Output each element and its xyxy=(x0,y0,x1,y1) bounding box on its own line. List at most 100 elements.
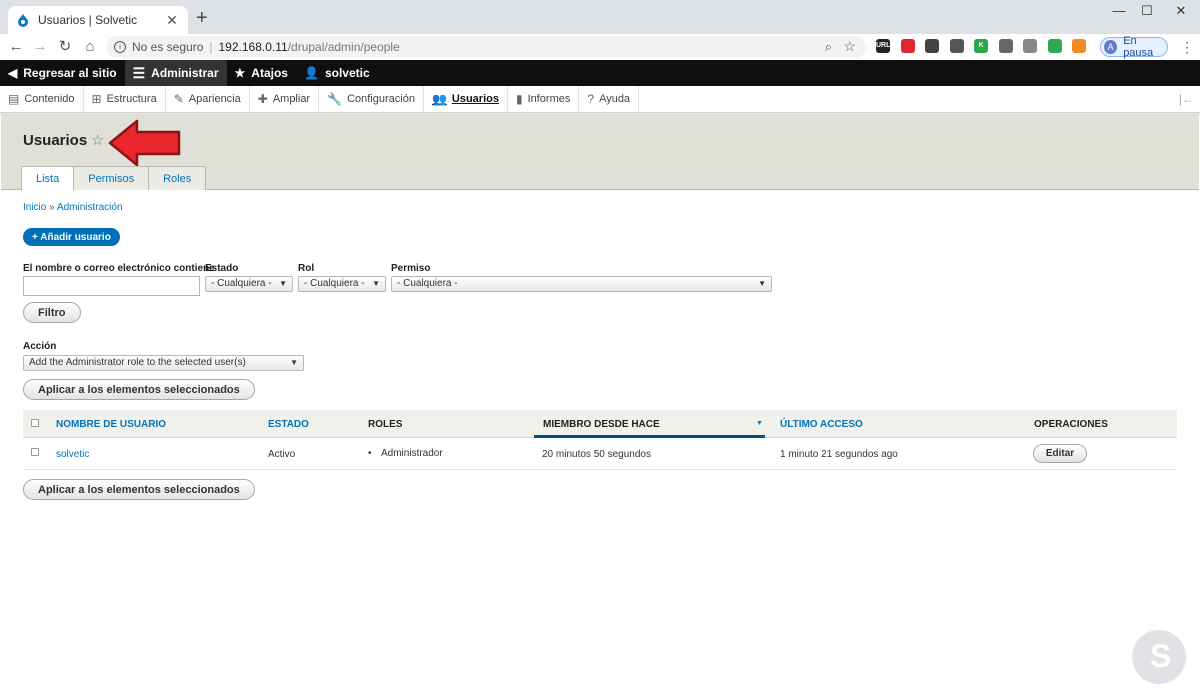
header-roles: ROLES xyxy=(368,419,403,430)
shortcuts-button[interactable]: ★ Atajos xyxy=(227,60,296,86)
zoom-icon[interactable]: ⌕ xyxy=(825,39,832,55)
action-select-value: Add the Administrator role to the select… xyxy=(29,357,246,368)
chevron-down-icon: ▼ xyxy=(372,279,380,288)
username-link[interactable]: solvetic xyxy=(56,449,89,460)
tab-permisos[interactable]: Permisos xyxy=(73,166,150,190)
breadcrumb-home-link[interactable]: Inicio xyxy=(23,202,46,213)
status-filter-label: Estado xyxy=(205,263,239,274)
profile-button[interactable]: A En pausa xyxy=(1100,35,1168,59)
new-tab-button[interactable]: + xyxy=(196,8,208,28)
action-select[interactable]: Add the Administrator role to the select… xyxy=(23,355,304,371)
edit-user-button[interactable]: Editar xyxy=(1033,444,1087,463)
red-arrow-annotation-icon xyxy=(108,119,181,167)
manage-label: Administrar xyxy=(151,66,219,80)
select-all-checkbox[interactable] xyxy=(31,419,39,427)
breadcrumb: Inicio » Administración xyxy=(23,202,123,213)
tab-title: Usuarios | Solvetic xyxy=(38,13,138,27)
back-to-site-link[interactable]: ◀ Regresar al sitio xyxy=(0,60,125,86)
bar-chart-icon: ▮ xyxy=(515,92,523,106)
k-ext-icon[interactable]: K xyxy=(974,39,988,53)
browser-toolbar: ← → ↻ ⌂ i No es seguro | 192.168.0.11 /d… xyxy=(0,34,1200,60)
action-label: Acción xyxy=(23,341,57,352)
admin-menu-bar: ▤ Contenido ⊞ Estructura ✎ Apariencia ✚ Ampliar… xyxy=(0,86,1200,113)
menu-item-apariencia[interactable]: ✎ Apariencia xyxy=(166,86,250,112)
menu-item-configuración[interactable]: 🔧 Configuración xyxy=(319,86,424,112)
name-filter-input[interactable] xyxy=(23,276,200,296)
orientation-toggle-icon[interactable]: |← xyxy=(1179,92,1194,106)
apply-bulk-button-top[interactable]: Aplicar a los elementos seleccionados xyxy=(23,379,255,400)
wrench-icon: 🔧 xyxy=(327,92,343,106)
member-for-value: 20 minutos 50 segundos xyxy=(542,449,651,460)
shield-ext-icon[interactable] xyxy=(1047,39,1062,53)
avatar: A xyxy=(1104,40,1118,54)
orange-ext-icon[interactable] xyxy=(1072,39,1086,53)
row-checkbox[interactable] xyxy=(31,448,39,456)
copy-ext-icon[interactable] xyxy=(949,39,964,53)
bird-ext-icon[interactable] xyxy=(925,39,939,53)
home-icon[interactable]: ⌂ xyxy=(80,38,100,56)
primary-tabs: Lista Permisos Roles xyxy=(21,166,207,191)
page-title: Usuarios xyxy=(23,132,88,149)
browser-tab[interactable]: Usuarios | Solvetic ✕ xyxy=(8,6,188,34)
header-operations: OPERACIONES xyxy=(1034,419,1108,430)
menu-item-label: Estructura xyxy=(106,93,157,105)
info-icon[interactable]: i xyxy=(114,41,126,53)
menu-item-label: Contenido xyxy=(24,93,75,105)
menu-item-informes[interactable]: ▮ Informes xyxy=(508,86,580,112)
url-path: /drupal/admin/people xyxy=(287,40,400,54)
file-icon: ▤ xyxy=(8,92,20,106)
user-menu-button[interactable]: 👤 solvetic xyxy=(296,60,378,86)
url-ext-icon[interactable]: URL xyxy=(876,39,890,53)
menu-item-ampliar[interactable]: ✚ Ampliar xyxy=(250,86,320,112)
table-header: NOMBRE DE USUARIO ESTADO ROLES MIEMBRO D… xyxy=(23,410,1177,438)
filter-button[interactable]: Filtro xyxy=(23,302,81,323)
user-role: Administrador xyxy=(381,448,443,459)
breadcrumb-admin-link[interactable]: Administración xyxy=(57,202,123,213)
role-filter-value: - Cualquiera - xyxy=(304,278,365,289)
bulb-ext-icon[interactable] xyxy=(1023,39,1037,53)
add-user-button[interactable]: + Añadir usuario xyxy=(23,228,120,246)
tab-lista[interactable]: Lista xyxy=(21,166,75,191)
page-header: Usuarios ☆ Lista Permisos Roles xyxy=(1,114,1199,191)
header-last-access[interactable]: ÚLTIMO ACCESO xyxy=(780,419,863,430)
permission-filter-select[interactable]: - Cualquiera - ▼ xyxy=(391,276,772,292)
star-icon: ★ xyxy=(234,66,246,80)
pen-ext-icon[interactable] xyxy=(998,39,1013,53)
shortcut-star-icon[interactable]: ☆ xyxy=(91,131,104,149)
hamburger-icon: ☰ xyxy=(132,64,146,81)
help-icon: ? xyxy=(587,92,595,106)
status-filter-value: - Cualquiera - xyxy=(211,278,272,289)
reload-icon[interactable]: ↻ xyxy=(55,38,75,56)
header-username[interactable]: NOMBRE DE USUARIO xyxy=(56,419,166,430)
menu-item-usuarios[interactable]: 👥 Usuarios xyxy=(424,86,508,112)
sitemap-icon: ⊞ xyxy=(91,92,102,106)
header-status[interactable]: ESTADO xyxy=(268,419,309,430)
role-filter-select[interactable]: - Cualquiera - ▼ xyxy=(298,276,386,292)
menu-item-ayuda[interactable]: ? Ayuda xyxy=(579,86,640,112)
forward-arrow-icon[interactable]: → xyxy=(30,38,50,56)
browser-menu-icon[interactable]: ⋮ xyxy=(1180,40,1194,54)
back-arrow-icon[interactable]: ← xyxy=(6,38,26,56)
opera-ext-icon[interactable] xyxy=(900,39,915,53)
table-row: solvetic Activo • Administrador 20 minut… xyxy=(23,438,1177,470)
apply-bulk-button-bottom[interactable]: Aplicar a los elementos seleccionados xyxy=(23,479,255,500)
address-bar[interactable]: i No es seguro | 192.168.0.11 /drupal/ad… xyxy=(106,36,866,58)
manage-menu-button[interactable]: ☰ Administrar xyxy=(124,60,227,86)
menu-item-label: Usuarios xyxy=(451,93,499,105)
status-filter-select[interactable]: - Cualquiera - ▼ xyxy=(205,276,293,292)
bookmark-star-icon[interactable]: ☆ xyxy=(843,38,856,55)
menu-item-contenido[interactable]: ▤ Contenido xyxy=(0,86,84,112)
maximize-button[interactable]: ☐ xyxy=(1128,0,1166,22)
menu-item-label: Ampliar xyxy=(272,93,311,105)
menu-item-estructura[interactable]: ⊞ Estructura xyxy=(84,86,166,112)
tab-close-icon[interactable]: ✕ xyxy=(164,12,180,29)
tab-roles[interactable]: Roles xyxy=(148,166,207,190)
window-close-button[interactable]: ✕ xyxy=(1162,0,1200,22)
menu-item-label: Configuración xyxy=(347,93,415,105)
breadcrumb-separator: » xyxy=(49,202,55,213)
url-host: 192.168.0.11 xyxy=(218,40,288,54)
header-member-for[interactable]: MIEMBRO DESDE HACE xyxy=(543,419,660,430)
chevron-down-icon: ▼ xyxy=(290,358,298,367)
user-icon: 👤 xyxy=(303,66,319,80)
security-label: No es seguro xyxy=(132,40,204,54)
